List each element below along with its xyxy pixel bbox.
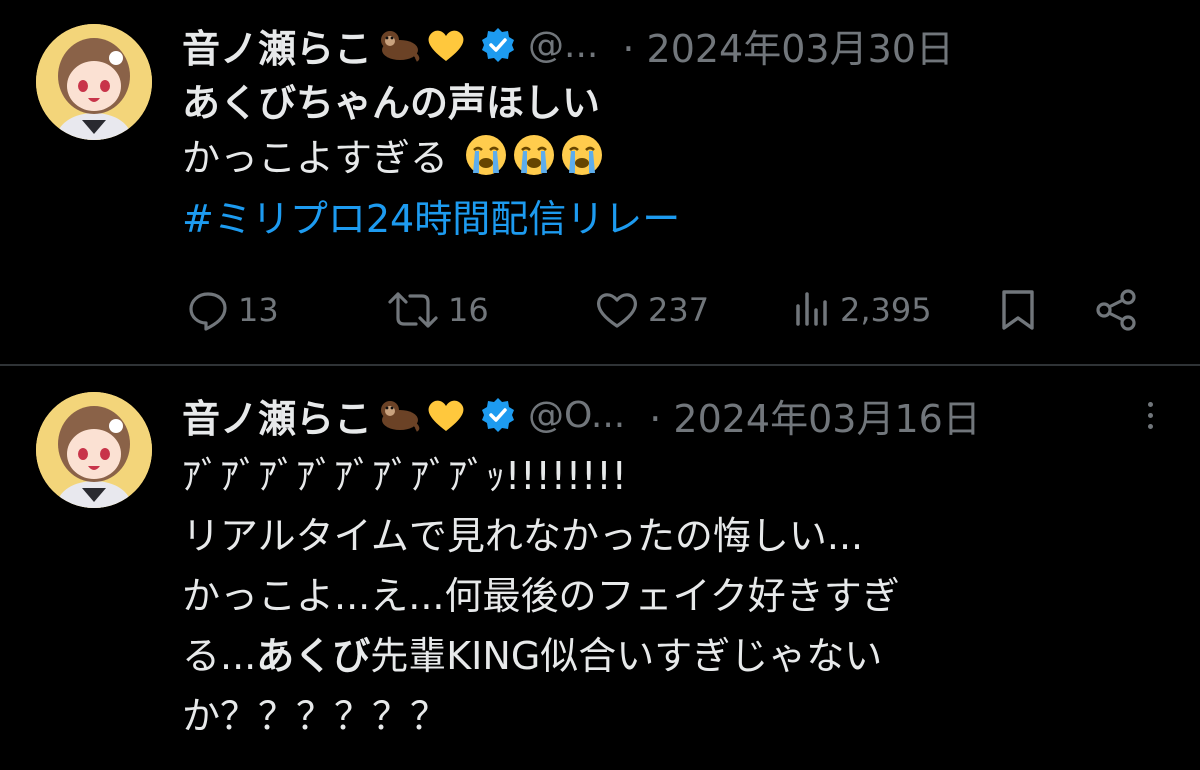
verified-badge-icon	[480, 397, 516, 433]
yellow-heart-icon	[426, 397, 466, 433]
retweet-icon	[386, 288, 440, 332]
tweet-text: ｱﾞｱﾞｱﾞｱﾞｱﾞｱﾞｱﾞｱﾞｯ!!!!!!!! リアルタイムで見れなかったの…	[182, 446, 900, 746]
bookmark-icon	[998, 288, 1038, 332]
display-name[interactable]: 音ノ瀬らこ	[182, 18, 372, 73]
timestamp[interactable]: · 2024年03月16日	[649, 388, 981, 443]
crying-face-icon	[512, 133, 556, 192]
text-line: かっこよすぎる	[182, 131, 680, 192]
action-bar: 13 16 237 2,395	[186, 288, 1146, 332]
tweet-header: 音ノ瀬らこ @... · 2024年03月30日	[182, 18, 954, 73]
text-line: か？？？？？？	[182, 694, 449, 738]
like-count: 237	[648, 291, 710, 329]
text-line: リアルタイムで見れなかったの悔しい...	[182, 514, 864, 558]
tweet-2[interactable]: 音ノ瀬らこ @O... · 2024年03月16日 ｱﾞｱﾞｱﾞｱﾞｱﾞｱﾞｱﾞ…	[0, 366, 1200, 770]
hashtag-link[interactable]: #ミリプロ24時間配信リレー	[182, 192, 680, 247]
text-line: ｱﾞｱﾞｱﾞｱﾞｱﾞｱﾞｱﾞｱﾞｯ!!!!!!!!	[182, 454, 627, 498]
tweet-text: あくびちゃんの声ほしい かっこよすぎる #ミリプロ24時間配信リレー	[182, 76, 680, 247]
views-icon	[792, 288, 832, 332]
share-icon	[1094, 288, 1138, 332]
tweet-header: 音ノ瀬らこ @O... · 2024年03月16日	[182, 388, 981, 443]
timestamp[interactable]: · 2024年03月30日	[622, 18, 954, 73]
yellow-heart-icon	[426, 27, 466, 63]
handle[interactable]: @O...	[528, 395, 625, 436]
text-segment: 先輩KING似合いすぎじゃない	[370, 634, 883, 678]
handle[interactable]: @...	[528, 25, 598, 66]
text-line: かっこよ...え...何最後のフェイク好きすぎ	[182, 574, 900, 618]
retweet-button[interactable]: 16	[386, 288, 489, 332]
crying-face-icon	[560, 133, 604, 192]
tweet-1[interactable]: 音ノ瀬らこ @... · 2024年03月30日 あくびちゃんの声ほしい かっこ…	[0, 0, 1200, 365]
reply-count: 13	[238, 291, 279, 329]
otter-emoji-icon	[378, 28, 420, 62]
text-segment: る...	[182, 634, 257, 678]
text-line: あくびちゃんの声ほしい	[182, 81, 601, 125]
more-icon[interactable]	[1140, 390, 1160, 440]
text-line: る...あくび先輩KING似合いすぎじゃない	[182, 626, 900, 686]
otter-emoji-icon	[378, 398, 420, 432]
like-button[interactable]: 237	[594, 288, 709, 332]
bookmark-button[interactable]	[998, 288, 1038, 332]
avatar[interactable]	[36, 24, 152, 140]
share-button[interactable]	[1094, 288, 1138, 332]
views-button[interactable]: 2,395	[792, 288, 932, 332]
reply-button[interactable]: 13	[186, 288, 279, 332]
views-count: 2,395	[840, 291, 932, 329]
text-segment-bold: あくび	[256, 634, 371, 678]
crying-face-icon	[464, 133, 508, 192]
text-line-content: かっこよすぎる	[182, 136, 449, 180]
avatar[interactable]	[36, 392, 152, 508]
reply-icon	[186, 288, 230, 332]
like-icon	[594, 288, 640, 332]
retweet-count: 16	[448, 291, 489, 329]
display-name[interactable]: 音ノ瀬らこ	[182, 388, 372, 443]
verified-badge-icon	[480, 27, 516, 63]
